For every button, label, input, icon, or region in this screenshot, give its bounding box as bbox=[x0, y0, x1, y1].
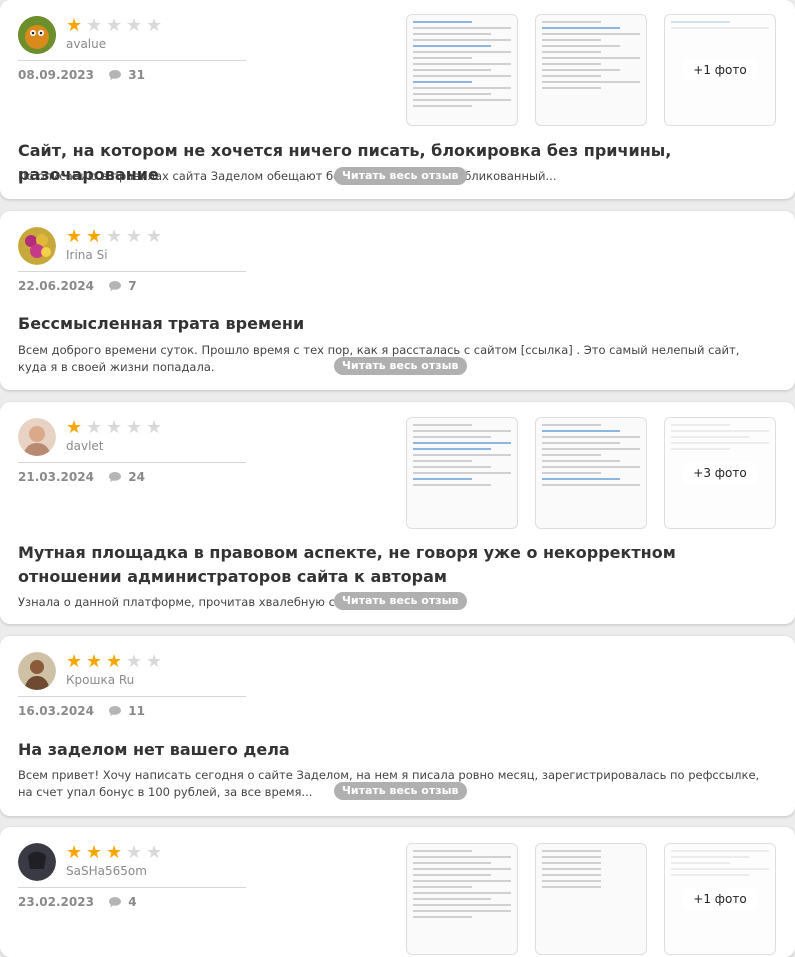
star-empty-icon: ★ bbox=[146, 651, 163, 672]
avatar[interactable] bbox=[18, 16, 56, 54]
star-filled-icon: ★ bbox=[66, 417, 83, 438]
photo-thumbnail-more[interactable]: +1 фото bbox=[664, 843, 776, 955]
review-date: 16.03.2024 bbox=[18, 704, 94, 718]
review-date: 21.03.2024 bbox=[18, 470, 94, 484]
star-empty-icon: ★ bbox=[146, 842, 163, 863]
review-meta: 22.06.2024 7 bbox=[18, 279, 137, 293]
avatar[interactable] bbox=[18, 227, 56, 265]
divider bbox=[18, 887, 246, 888]
star-empty-icon: ★ bbox=[106, 417, 123, 438]
star-empty-icon: ★ bbox=[146, 417, 163, 438]
read-more-button[interactable]: Читать весь отзыв bbox=[334, 782, 467, 800]
star-empty-icon: ★ bbox=[126, 651, 143, 672]
more-photos-label: +3 фото bbox=[683, 462, 757, 484]
review-title[interactable]: Бессмысленная трата времени bbox=[18, 312, 767, 336]
avatar[interactable] bbox=[18, 418, 56, 456]
star-filled-icon: ★ bbox=[66, 842, 83, 863]
star-empty-icon: ★ bbox=[106, 15, 123, 36]
photo-thumbnail[interactable] bbox=[535, 843, 647, 955]
read-more-button[interactable]: Читать весь отзыв bbox=[334, 592, 467, 610]
review-card: ★ ★ ★ ★ ★ Irina Si 22.06.2024 7 Бессмысленна… bbox=[0, 211, 795, 390]
avatar[interactable] bbox=[18, 843, 56, 881]
photo-thumbnail[interactable] bbox=[406, 843, 518, 955]
photo-thumbnail[interactable] bbox=[406, 14, 518, 126]
photo-thumbnail[interactable] bbox=[535, 417, 647, 529]
comment-count: 24 bbox=[128, 470, 145, 484]
star-rating: ★ ★ ★ ★ ★ bbox=[66, 15, 166, 36]
review-title[interactable]: Мутная площадка в правовом аспекте, не г… bbox=[18, 541, 767, 589]
star-empty-icon: ★ bbox=[86, 15, 103, 36]
review-meta: 23.02.2023 4 bbox=[18, 895, 137, 909]
star-empty-icon: ★ bbox=[106, 226, 123, 247]
comment-icon bbox=[109, 70, 122, 80]
author-name[interactable]: avalue bbox=[66, 37, 106, 51]
review-date: 08.09.2023 bbox=[18, 68, 94, 82]
avatar[interactable] bbox=[18, 652, 56, 690]
author-name[interactable]: Крошка Ru bbox=[66, 673, 134, 687]
comment-icon bbox=[109, 706, 122, 716]
review-meta: 08.09.2023 31 bbox=[18, 68, 145, 82]
more-photos-label: +1 фото bbox=[683, 888, 757, 910]
star-rating: ★ ★ ★ ★ ★ bbox=[66, 226, 166, 247]
author-name[interactable]: SaSHa565om bbox=[66, 864, 147, 878]
review-card: ★ ★ ★ ★ ★ avalue 08.09.2023 31 +1 фото Сайт,… bbox=[0, 0, 795, 199]
comment-icon bbox=[109, 472, 122, 482]
star-filled-icon: ★ bbox=[106, 651, 123, 672]
star-rating: ★ ★ ★ ★ ★ bbox=[66, 651, 166, 672]
star-filled-icon: ★ bbox=[66, 15, 83, 36]
comment-icon bbox=[109, 281, 122, 291]
comment-count: 4 bbox=[128, 895, 137, 909]
read-more-button[interactable]: Читать весь отзыв bbox=[334, 167, 467, 185]
comment-count: 7 bbox=[128, 279, 137, 293]
author-name[interactable]: Irina Si bbox=[66, 248, 108, 262]
author-name[interactable]: davlet bbox=[66, 439, 104, 453]
star-empty-icon: ★ bbox=[126, 842, 143, 863]
more-photos-label: +1 фото bbox=[683, 59, 757, 81]
star-filled-icon: ★ bbox=[66, 226, 83, 247]
star-empty-icon: ★ bbox=[126, 417, 143, 438]
star-empty-icon: ★ bbox=[146, 15, 163, 36]
star-empty-icon: ★ bbox=[86, 417, 103, 438]
star-filled-icon: ★ bbox=[66, 651, 83, 672]
review-meta: 21.03.2024 24 bbox=[18, 470, 145, 484]
comment-count: 31 bbox=[128, 68, 145, 82]
review-date: 22.06.2024 bbox=[18, 279, 94, 293]
divider bbox=[18, 271, 246, 272]
star-rating: ★ ★ ★ ★ ★ bbox=[66, 417, 166, 438]
star-filled-icon: ★ bbox=[106, 842, 123, 863]
star-filled-icon: ★ bbox=[86, 842, 103, 863]
star-filled-icon: ★ bbox=[86, 651, 103, 672]
divider bbox=[18, 60, 246, 61]
comment-icon bbox=[109, 897, 122, 907]
review-meta: 16.03.2024 11 bbox=[18, 704, 145, 718]
review-title[interactable]: На заделом нет вашего дела bbox=[18, 738, 767, 762]
review-card: ★ ★ ★ ★ ★ Крошка Ru 16.03.2024 11 На заделом… bbox=[0, 636, 795, 816]
photo-thumbnail[interactable] bbox=[406, 417, 518, 529]
star-filled-icon: ★ bbox=[86, 226, 103, 247]
star-empty-icon: ★ bbox=[146, 226, 163, 247]
comment-count: 11 bbox=[128, 704, 145, 718]
review-card: ★ ★ ★ ★ ★ davlet 21.03.2024 24 +3 фото Мутна… bbox=[0, 402, 795, 624]
photo-thumbnail-more[interactable]: +3 фото bbox=[664, 417, 776, 529]
divider bbox=[18, 462, 246, 463]
star-empty-icon: ★ bbox=[126, 226, 143, 247]
review-date: 23.02.2023 bbox=[18, 895, 94, 909]
photo-thumbnail[interactable] bbox=[535, 14, 647, 126]
review-card: ★ ★ ★ ★ ★ SaSHa565om 23.02.2023 4 +1 фото bbox=[0, 827, 795, 957]
divider bbox=[18, 696, 246, 697]
star-rating: ★ ★ ★ ★ ★ bbox=[66, 842, 166, 863]
read-more-button[interactable]: Читать весь отзыв bbox=[334, 357, 467, 375]
star-empty-icon: ★ bbox=[126, 15, 143, 36]
photo-thumbnail-more[interactable]: +1 фото bbox=[664, 14, 776, 126]
